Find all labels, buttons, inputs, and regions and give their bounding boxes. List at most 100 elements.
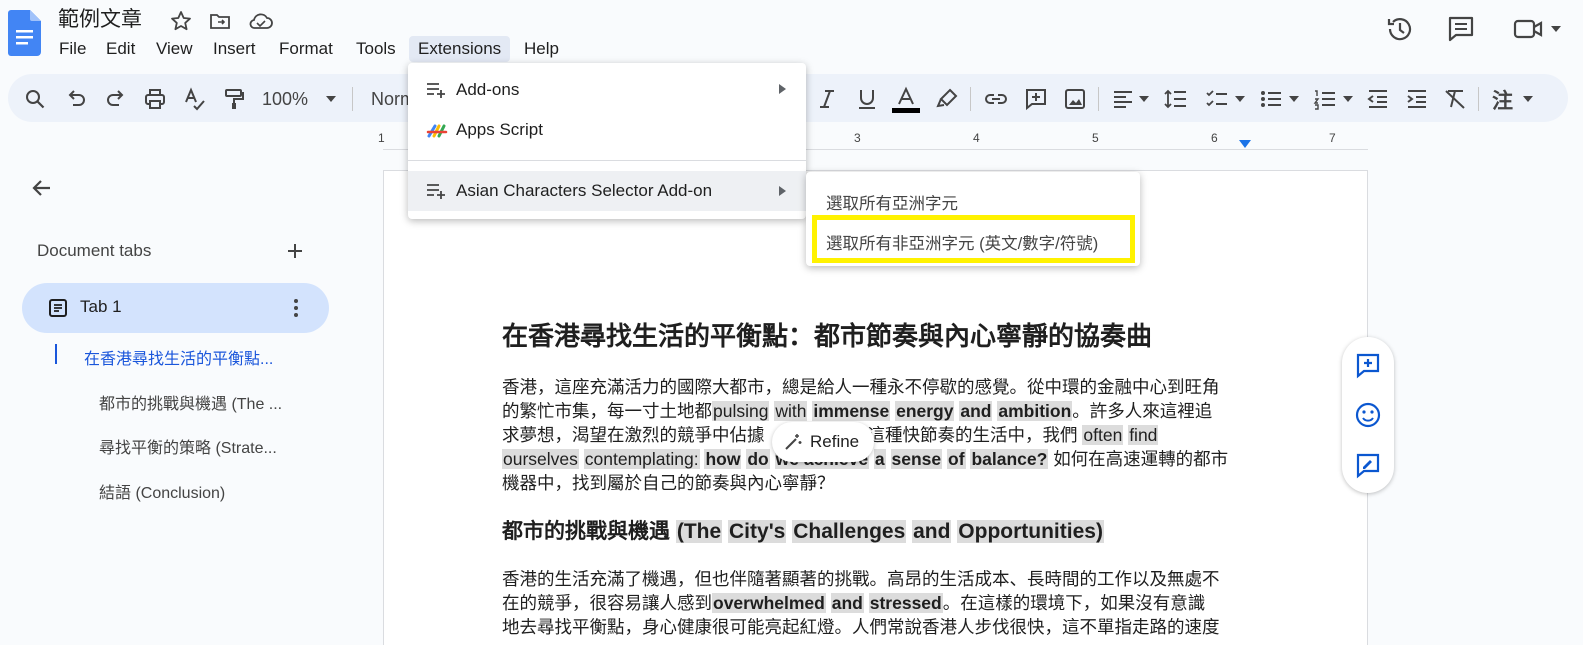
paragraph-line[interactable]: 機器中，找到屬於自己的節奏與內心寧靜？ bbox=[502, 471, 835, 495]
selected-word: find bbox=[1128, 425, 1159, 445]
selected-word: balance? bbox=[970, 449, 1049, 469]
numbered-list-dropdown-icon[interactable] bbox=[1343, 96, 1353, 102]
zoom-select[interactable]: 100% bbox=[262, 87, 308, 111]
italic-icon[interactable] bbox=[814, 86, 840, 112]
document-tab-icon bbox=[46, 296, 70, 320]
add-ons-icon bbox=[426, 80, 446, 100]
floating-actions-panel bbox=[1342, 337, 1394, 493]
selected-word: sense bbox=[890, 449, 943, 469]
ruler-number: 4 bbox=[973, 131, 980, 145]
insert-image-icon[interactable] bbox=[1062, 86, 1088, 112]
text-run: 都市的挑戰與機遇 bbox=[502, 520, 670, 543]
menu-extensions[interactable]: Extensions bbox=[409, 36, 511, 62]
menu-file[interactable]: File bbox=[50, 36, 95, 62]
checklist-icon[interactable] bbox=[1204, 86, 1230, 112]
menu-divider bbox=[408, 160, 806, 161]
menu-item-apps-script[interactable]: Apps Script bbox=[408, 111, 806, 149]
toolbar-divider bbox=[1098, 87, 1099, 111]
align-dropdown-icon[interactable] bbox=[1139, 96, 1149, 102]
menu-tools[interactable]: Tools bbox=[347, 36, 405, 62]
ruler-number: 6 bbox=[1211, 131, 1218, 145]
selected-word: and bbox=[959, 401, 993, 421]
outline-item[interactable]: 結語 (Conclusion) bbox=[99, 479, 225, 503]
selected-word: of bbox=[947, 449, 966, 469]
meet-video-icon[interactable] bbox=[1512, 13, 1544, 45]
checklist-dropdown-icon[interactable] bbox=[1235, 96, 1245, 102]
underline-icon[interactable] bbox=[854, 86, 880, 112]
add-on-icon bbox=[426, 181, 446, 201]
document-title[interactable]: 範例文章 bbox=[58, 7, 142, 33]
numbered-list-icon[interactable] bbox=[1312, 86, 1338, 112]
bulleted-list-dropdown-icon[interactable] bbox=[1289, 96, 1299, 102]
menu-item-asian-characters-selector[interactable]: Asian Characters Selector Add-on bbox=[408, 171, 806, 211]
apps-script-icon bbox=[426, 120, 448, 140]
highlight-color-icon[interactable] bbox=[934, 86, 960, 112]
decrease-indent-icon[interactable] bbox=[1365, 86, 1391, 112]
refine-button[interactable]: Refine bbox=[772, 422, 874, 462]
increase-indent-icon[interactable] bbox=[1404, 86, 1430, 112]
clear-formatting-icon[interactable] bbox=[1442, 86, 1468, 112]
paragraph-line[interactable]: 在的競爭，很容易讓人感到overwhelmed and stressed。在這樣… bbox=[502, 591, 1205, 615]
undo-icon[interactable] bbox=[63, 86, 89, 112]
bulleted-list-icon[interactable] bbox=[1258, 86, 1284, 112]
document-heading-2[interactable]: 都市的挑戰與機遇 (The City's Challenges and Oppo… bbox=[502, 517, 1104, 547]
selected-word: energy bbox=[895, 401, 955, 421]
text-color-icon[interactable] bbox=[892, 86, 920, 113]
selected-word: and bbox=[830, 593, 864, 613]
version-history-icon[interactable] bbox=[1384, 13, 1416, 45]
asian-characters-submenu: 選取所有亞洲字元 選取所有非亞洲字元 (英文/數字/符號) bbox=[806, 172, 1140, 266]
insert-link-icon[interactable] bbox=[983, 86, 1009, 112]
selected-word: overwhelmed bbox=[712, 593, 826, 613]
select-non-asian-characters-item[interactable]: 選取所有非亞洲字元 (英文/數字/符號) bbox=[826, 230, 1098, 254]
more-options-icon[interactable] bbox=[286, 295, 306, 321]
document-heading-1[interactable]: 在香港尋找生活的平衡點：都市節奏與內心寧靜的協奏曲 bbox=[502, 320, 1152, 352]
spellcheck-icon[interactable] bbox=[182, 86, 208, 112]
add-tab-icon[interactable] bbox=[284, 240, 306, 262]
menu-help[interactable]: Help bbox=[515, 36, 568, 62]
paragraph-line[interactable]: 香港的生活充滿了機遇，但也伴隨著顯著的挑戰。高昂的生活成本、長時間的工作以及無處… bbox=[502, 567, 1220, 591]
docs-logo-icon[interactable] bbox=[8, 10, 41, 56]
menu-edit[interactable]: Edit bbox=[97, 36, 144, 62]
menu-item-add-ons[interactable]: Add-ons bbox=[408, 71, 806, 109]
outline-item[interactable]: 在香港尋找生活的平衡點... bbox=[84, 345, 273, 369]
selected-word: pulsing bbox=[712, 401, 770, 421]
selected-word: Opportunities) bbox=[957, 520, 1104, 543]
cloud-saved-icon[interactable] bbox=[248, 9, 273, 33]
zoom-dropdown-icon[interactable] bbox=[326, 96, 336, 102]
refine-label: Refine bbox=[810, 432, 860, 451]
toolbar-divider bbox=[1478, 87, 1479, 111]
menu-insert[interactable]: Insert bbox=[204, 36, 265, 62]
selected-word: ourselves bbox=[502, 449, 579, 469]
tab-1[interactable]: Tab 1 bbox=[22, 283, 329, 333]
comments-icon[interactable] bbox=[1445, 13, 1477, 45]
add-comment-icon[interactable] bbox=[1354, 351, 1382, 379]
menu-format[interactable]: Format bbox=[270, 36, 342, 62]
back-arrow-icon[interactable] bbox=[28, 174, 56, 202]
paint-format-icon[interactable] bbox=[221, 86, 247, 112]
star-icon[interactable] bbox=[169, 9, 193, 33]
paragraph-line[interactable]: 香港，這座充滿活力的國際大都市，總是給人一種永不停歇的感覺。從中環的金融中心到旺… bbox=[502, 375, 1220, 399]
right-indent-marker[interactable] bbox=[1239, 140, 1251, 148]
outline-item[interactable]: 尋找平衡的策略 (Strate... bbox=[99, 434, 277, 458]
move-folder-icon[interactable] bbox=[208, 9, 232, 33]
add-comment-icon[interactable] bbox=[1023, 86, 1049, 112]
select-asian-characters-item[interactable]: 選取所有亞洲字元 bbox=[826, 190, 958, 214]
outline-item[interactable]: 都市的挑戰與機遇 (The ... bbox=[99, 390, 282, 414]
paragraph-line[interactable]: 地去尋找平衡點，身心健康很可能亮起紅燈。人們常說香港人步伐很快，這不單指走路的速… bbox=[502, 615, 1220, 639]
selected-word: Challenges bbox=[792, 520, 907, 543]
suggest-edits-icon[interactable] bbox=[1354, 451, 1382, 479]
input-tools-button[interactable]: 注 bbox=[1492, 85, 1513, 115]
emoji-reaction-icon[interactable] bbox=[1354, 401, 1382, 429]
align-left-icon[interactable] bbox=[1110, 86, 1136, 112]
search-menus-icon[interactable] bbox=[22, 86, 48, 112]
redo-icon[interactable] bbox=[103, 86, 129, 112]
menu-view[interactable]: View bbox=[147, 36, 202, 62]
paragraph-line[interactable]: 的繁忙市集，每一寸土地都pulsing with immense energy … bbox=[502, 399, 1212, 423]
meet-dropdown-icon[interactable] bbox=[1551, 26, 1561, 32]
print-icon[interactable] bbox=[142, 86, 168, 112]
menu-item-label: Apps Script bbox=[456, 120, 543, 139]
selected-word: immense bbox=[812, 401, 891, 421]
input-tools-dropdown-icon[interactable] bbox=[1523, 96, 1533, 102]
line-spacing-icon[interactable] bbox=[1163, 86, 1189, 112]
text-run: 。在這樣的環境下，如果沒有意識 bbox=[942, 593, 1206, 613]
